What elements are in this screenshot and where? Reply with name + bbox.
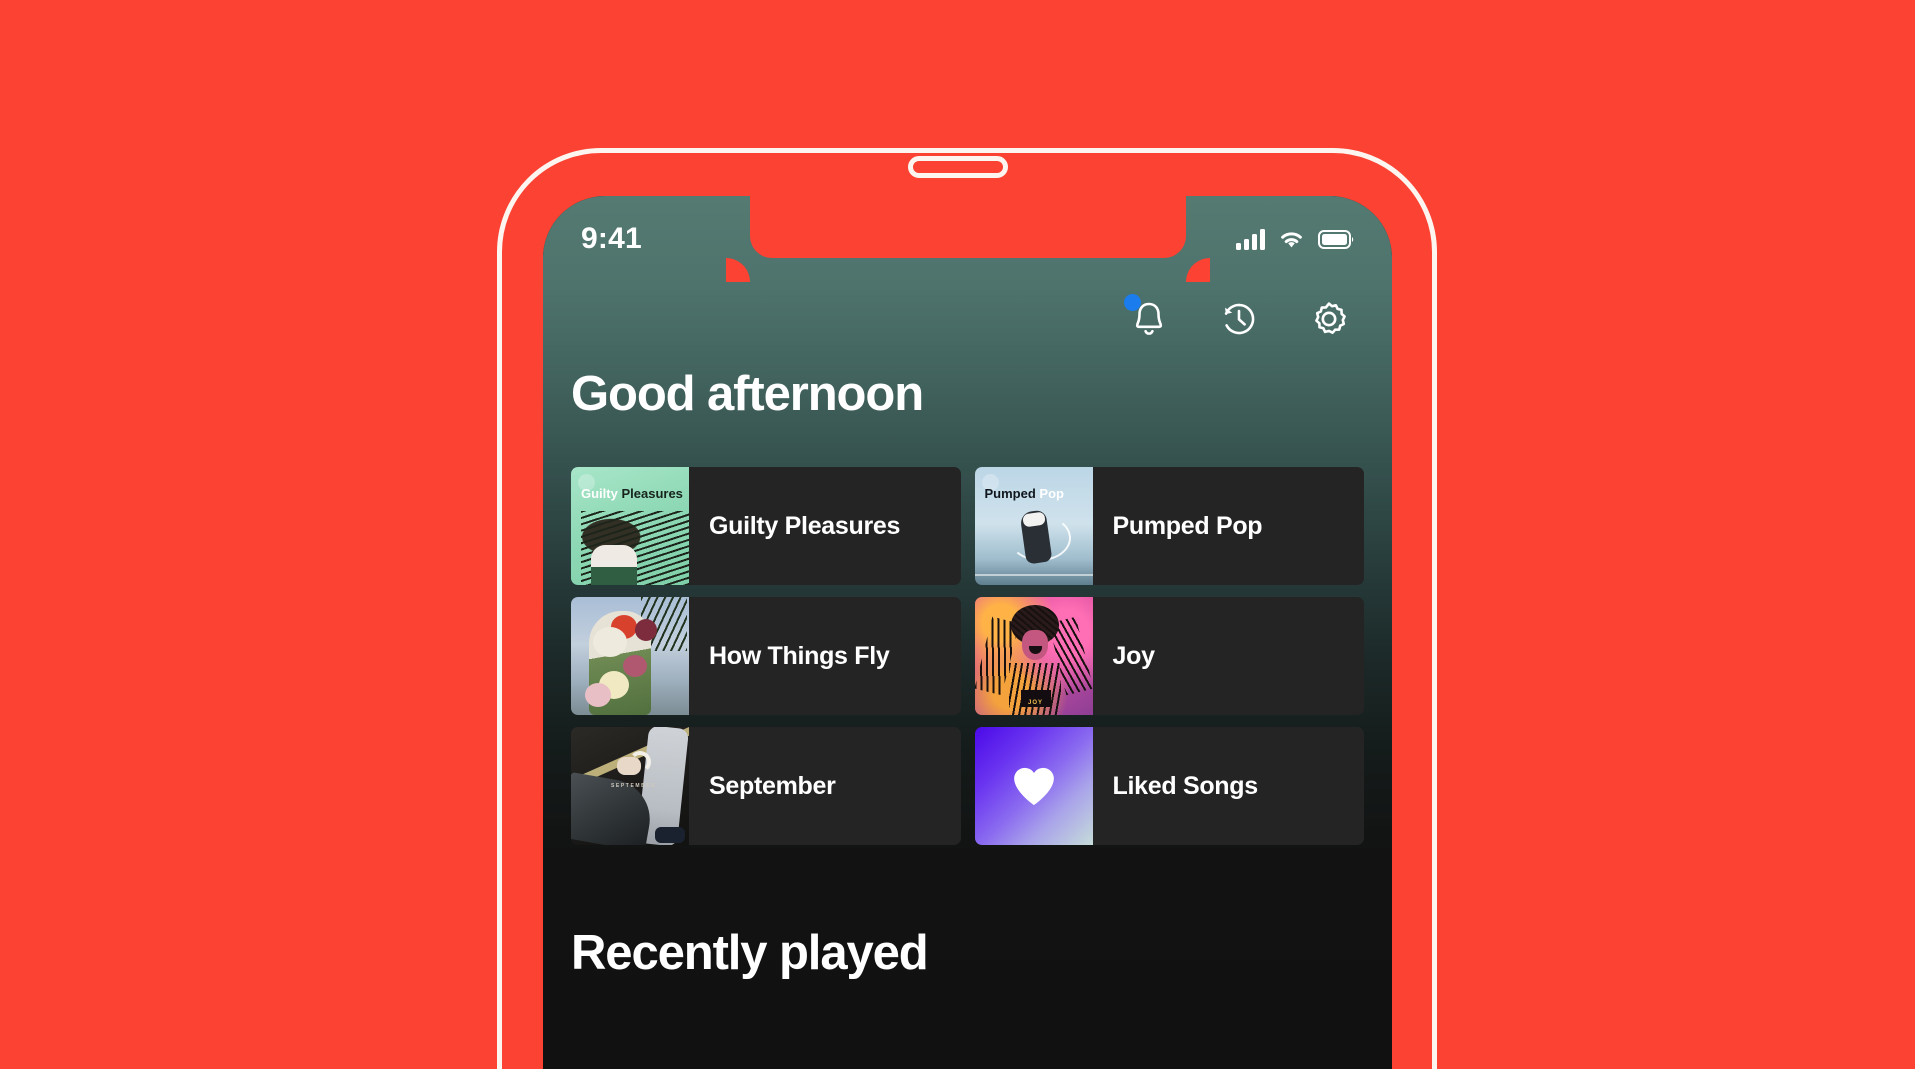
heart-icon	[1013, 767, 1054, 806]
cellular-signal-icon	[1236, 228, 1265, 250]
cover-label-part-a: Pumped	[984, 486, 1036, 501]
shortcut-card-pumped-pop[interactable]: Pumped Pop Pumped Pop	[974, 467, 1364, 585]
phone-screen: 9:41 Good afternoon Guilty Pleasures Gui…	[543, 196, 1392, 1069]
notification-badge-dot	[1124, 294, 1141, 311]
speaker-grille	[907, 156, 1008, 178]
shortcut-card-guilty-pleasures[interactable]: Guilty Pleasures Guilty Pleasures	[571, 467, 961, 585]
shortcut-card-liked-songs[interactable]: Liked Songs	[974, 727, 1364, 845]
september-cover: SEPTEMBER	[571, 727, 689, 845]
shortcut-title: How Things Fly	[709, 641, 890, 670]
status-bar-icons	[1236, 228, 1354, 250]
cover-label-part-b: Pop	[1039, 486, 1064, 501]
notifications-button[interactable]	[1124, 294, 1172, 342]
section-heading-recently-played: Recently played	[571, 926, 929, 980]
pumped-pop-cover: Pumped Pop	[974, 467, 1093, 585]
cover-label-part-a: Guilty	[581, 486, 618, 501]
shortcut-title: Guilty Pleasures	[709, 511, 901, 540]
status-bar: 9:41	[543, 196, 1392, 268]
wifi-icon	[1281, 231, 1302, 247]
guilty-pleasures-cover: Guilty Pleasures	[571, 467, 689, 585]
shortcut-title: Joy	[1112, 641, 1155, 670]
shortcut-card-september[interactable]: SEPTEMBER September	[571, 727, 961, 845]
shortcut-card-how-things-fly[interactable]: How Things Fly	[571, 597, 961, 715]
cover-label-part-b: Pleasures	[621, 486, 683, 501]
cover-tag: JOY	[1020, 690, 1051, 707]
battery-icon	[1318, 229, 1354, 249]
shortcut-title: Liked Songs	[1112, 771, 1259, 800]
shortcut-title: Pumped Pop	[1112, 511, 1263, 540]
listening-history-button[interactable]	[1216, 296, 1262, 342]
shortcut-title: September	[709, 771, 836, 800]
status-bar-time: 9:41	[581, 222, 642, 255]
page-title: Good afternoon	[571, 367, 924, 421]
shortcut-card-joy[interactable]: JOY Joy	[974, 597, 1364, 715]
how-things-fly-cover	[571, 597, 689, 715]
shortcuts-grid: Guilty Pleasures Guilty Pleasures Pumped…	[571, 467, 1364, 845]
joy-cover: JOY	[974, 597, 1093, 715]
top-action-bar	[1124, 294, 1352, 342]
liked-songs-cover	[974, 727, 1093, 845]
settings-button[interactable]	[1306, 296, 1352, 342]
cover-caption: SEPTEMBER	[611, 783, 657, 789]
